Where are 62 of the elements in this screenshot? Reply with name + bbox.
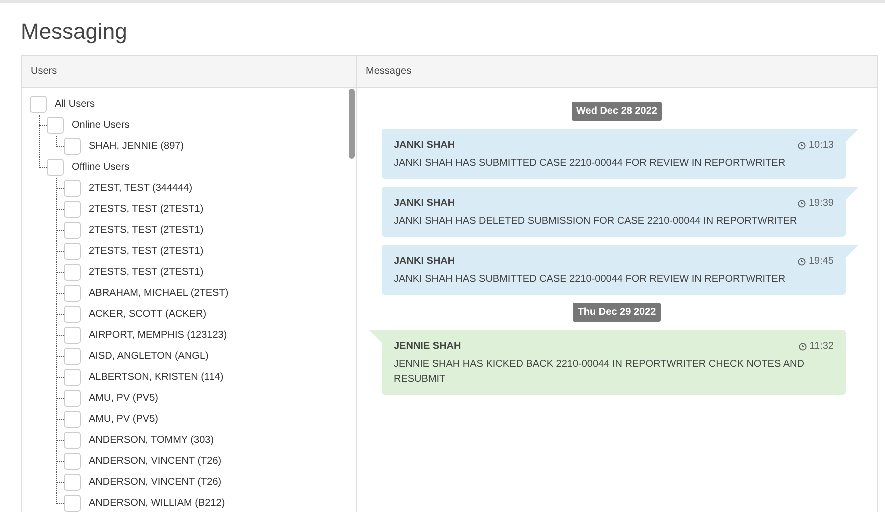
checkbox[interactable] [64, 432, 81, 449]
tree-item-label[interactable]: Online Users [72, 118, 130, 133]
message-sender: JENNIE SHAH [394, 340, 462, 354]
checkbox[interactable] [64, 348, 81, 365]
tree-item-label[interactable]: 2TESTS, TEST (2TEST1) [89, 223, 204, 238]
checkbox[interactable] [30, 96, 47, 113]
checkbox[interactable] [64, 180, 81, 197]
checkbox[interactable] [64, 285, 81, 302]
tree-item-label[interactable]: AMU, PV (PV5) [89, 412, 158, 427]
tree-item-label[interactable]: AISD, ANGLETON (ANGL) [89, 349, 209, 364]
tree-item-label[interactable]: 2TESTS, TEST (2TEST1) [89, 265, 204, 280]
message-time: 19:39 [808, 197, 834, 211]
checkbox[interactable] [64, 453, 81, 470]
tree-item-label[interactable]: ANDERSON, TOMMY (303) [89, 433, 214, 448]
tree-item-label[interactable]: ABRAHAM, MICHAEL (2TEST) [89, 286, 229, 301]
panel-header: Messages [357, 56, 877, 88]
clock-icon [798, 258, 806, 266]
message-text: JANKI SHAH HAS SUBMITTED CASE 2210-00044 FOR REVIEW IN REPORTWRITER [394, 157, 787, 171]
clock-icon [798, 342, 807, 350]
checkbox[interactable] [64, 411, 81, 428]
clock-icon [798, 200, 806, 208]
tree-item-label[interactable]: 2TESTS, TEST (2TEST1) [89, 202, 204, 217]
checkbox[interactable] [64, 201, 81, 218]
checkbox[interactable] [64, 222, 81, 239]
tree-item-label[interactable]: SHAH, JENNIE (897) [89, 139, 184, 154]
tree-item-label[interactable]: 2TEST, TEST (344444) [89, 181, 193, 196]
tree-item-label[interactable]: AMU, PV (PV5) [89, 391, 158, 406]
message-sender: JANKI SHAH [394, 255, 456, 269]
checkbox[interactable] [64, 474, 81, 491]
message-sender: JANKI SHAH [394, 197, 456, 211]
page-title: Messaging [21, 18, 128, 46]
checkbox[interactable] [47, 117, 64, 134]
message-text: JANKI SHAH HAS DELETED SUBMISSION FOR CASE 2210-00044 IN REPORTWRITER [394, 215, 798, 229]
clock-icon [798, 142, 806, 150]
tree-item-label[interactable]: AIRPORT, MEMPHIS (123123) [89, 328, 228, 343]
tree-item-label[interactable]: ANDERSON, VINCENT (T26) [89, 454, 222, 469]
checkbox[interactable] [64, 495, 81, 512]
checkbox[interactable] [64, 390, 81, 407]
message-text: JANKI SHAH HAS SUBMITTED CASE 2210-00044 FOR REVIEW IN REPORTWRITER [394, 273, 787, 287]
message-time: 10:13 [808, 139, 834, 153]
checkbox[interactable] [64, 243, 81, 260]
checkbox[interactable] [64, 306, 81, 323]
checkbox[interactable] [64, 264, 81, 281]
checkbox[interactable] [64, 327, 81, 344]
message-time: 11:32 [810, 340, 834, 354]
date-badge: Wed Dec 28 2022 [572, 102, 662, 121]
date-badge: Thu Dec 29 2022 [572, 303, 662, 322]
tree-item-label[interactable]: Offline Users [72, 160, 130, 175]
message-sender: JANKI SHAH [394, 139, 456, 153]
checkbox[interactable] [47, 159, 64, 176]
tree-item-label[interactable]: ANDERSON, WILLIAM (B212) [89, 496, 226, 511]
scrollbar-thumb[interactable] [349, 89, 355, 159]
message-text: JENNIE SHAH HAS KICKED BACK 2210-00044 IN REPORTWRITER CHECK NOTES AND RESUBMIT [394, 358, 806, 387]
tree-item-label[interactable]: ALBERTSON, KRISTEN (114) [89, 370, 224, 385]
tree-item-label[interactable]: All Users [55, 97, 96, 112]
checkbox[interactable] [64, 138, 81, 155]
checkbox[interactable] [64, 369, 81, 386]
panel-header: Users [22, 56, 356, 88]
tree-item-label[interactable]: ANDERSON, VINCENT (T26) [89, 475, 222, 490]
tree-item-label[interactable]: 2TESTS, TEST (2TEST1) [89, 244, 204, 259]
tree-item-label[interactable]: ACKER, SCOTT (ACKER) [89, 307, 207, 322]
message-time: 19:45 [808, 255, 834, 269]
